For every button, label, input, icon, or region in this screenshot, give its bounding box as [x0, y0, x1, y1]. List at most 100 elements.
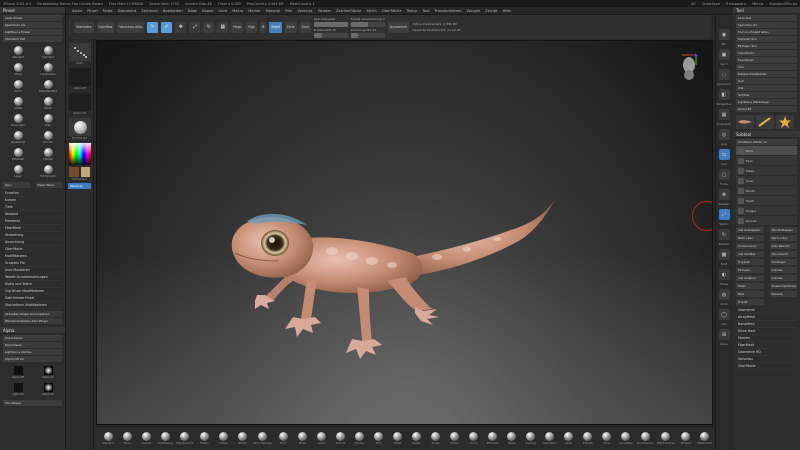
- menu-ebene[interactable]: Ebene: [202, 9, 213, 13]
- brush-menu-modifikatoren[interactable]: Modifikatoren: [3, 253, 62, 260]
- zcut-button[interactable]: Zcut: [299, 21, 311, 33]
- subtool-btn-duplikat[interactable]: Duplikat: [736, 259, 764, 265]
- mrgb-button[interactable]: Mrgb: [231, 21, 244, 33]
- transparency-toggle[interactable]: Transparenz: [726, 2, 747, 6]
- draw-button[interactable]: ✐: [161, 21, 173, 33]
- subtool-btn-auto-reorder[interactable]: Auto Reorder: [769, 243, 797, 249]
- subtool-btn-teilen[interactable]: Teilen: [736, 283, 764, 289]
- shelf-brush[interactable]: Slice: [599, 432, 615, 445]
- tool-btn-erstelle-polymesh3d[interactable]: Erstelle PolyMesh3D: [736, 71, 797, 77]
- brush-item[interactable]: Pinch: [4, 79, 32, 94]
- subtool-row[interactable]: Claws: [736, 166, 797, 175]
- shelf-brush[interactable]: Layer: [314, 432, 330, 445]
- tool-thumb-polymesh[interactable]: [776, 115, 794, 129]
- edit-button[interactable]: ✎: [147, 21, 159, 33]
- menu-transformieren[interactable]: Transformieren: [435, 9, 462, 13]
- tool-btn-klon[interactable]: Klon: [736, 64, 797, 70]
- secondary-color-swatch[interactable]: [80, 167, 90, 177]
- brush-menu-fibermesh[interactable]: FiberMesh: [3, 225, 62, 232]
- brush-menu-tiefe[interactable]: Tiefe: [3, 204, 62, 211]
- tab-lightbox[interactable]: LightBox: [96, 21, 115, 33]
- view-perspektive-button[interactable]: ◧: [718, 89, 730, 100]
- menu-tool[interactable]: Tool: [423, 9, 430, 13]
- menu-textur[interactable]: Textur: [407, 9, 418, 13]
- shelf-brush[interactable]: Move: [119, 432, 135, 445]
- tool-btn-einf-gen-tool[interactable]: Einfügen Tool: [736, 43, 797, 49]
- view-lokal-button[interactable]: ◎: [718, 129, 730, 140]
- view-dynamisch-button[interactable]: ◌: [718, 69, 730, 80]
- quicksave-button[interactable]: QuickSave: [702, 2, 720, 6]
- shelf-brush[interactable]: Curve: [466, 432, 482, 445]
- subtool-btn-alle-ausklappen[interactable]: Alle Ausklappen: [736, 227, 764, 233]
- subtool-row[interactable]: Mouth: [736, 186, 797, 195]
- menu-oberfl-che[interactable]: Oberfläche: [382, 9, 402, 13]
- subtool-btn-nach-oben[interactable]: Nach oben: [736, 235, 764, 241]
- tool-menu-geometrie-hd[interactable]: Geometrie HD: [736, 349, 797, 356]
- alpha-btn-importieren[interactable]: Importieren: [3, 335, 62, 341]
- shelf-brush[interactable]: Flatten: [196, 432, 212, 445]
- tool-btn-speichern-als[interactable]: Speichern als: [736, 22, 797, 28]
- tool-btn-kopieren-tool[interactable]: Kopieren Tool: [736, 36, 797, 42]
- shelf-brush[interactable]: Spiral: [504, 432, 520, 445]
- brush-menu-auto-maskieren[interactable]: Auto Maskieren: [3, 267, 62, 274]
- menu-farbe[interactable]: Farbe: [103, 9, 113, 13]
- brush-menu-abstand[interactable]: Abstand: [3, 211, 62, 218]
- tool-menu-dicke-haut[interactable]: Dicke Haut: [736, 328, 797, 335]
- tool-btn-exportieren[interactable]: Exportieren: [736, 57, 797, 63]
- view-sym-button[interactable]: ⇆: [718, 149, 730, 160]
- tab-preview[interactable]: Vorschau Aktu: [117, 21, 145, 33]
- brush-menu-oberfl-che[interactable]: Oberfläche: [3, 246, 62, 253]
- material-thumb[interactable]: [69, 118, 91, 136]
- shelf-brush[interactable]: SelectRect: [542, 432, 558, 445]
- tool-menu-geometrie[interactable]: Geometrie: [736, 307, 797, 314]
- subtool-row[interactable]: Eyes: [736, 156, 797, 165]
- menus-toggle[interactable]: Menüs: [752, 2, 763, 6]
- brush-item[interactable]: TrimDynamic: [34, 164, 62, 179]
- draw-size-slider[interactable]: [350, 32, 385, 38]
- brush-item[interactable]: ClayBuildup: [34, 62, 62, 77]
- tool-palette-header[interactable]: Tool: [733, 7, 800, 14]
- menu-hilfe[interactable]: Hilfe: [503, 9, 511, 13]
- tool-menu-fibermesh[interactable]: FiberMesh: [736, 342, 797, 349]
- view-transp-button[interactable]: ◐: [718, 269, 730, 280]
- tool-btn-lightbox-werkzeuge[interactable]: Lightbox ▸ Werkzeuge: [736, 99, 797, 105]
- subtool-row[interactable]: Ground: [736, 216, 797, 225]
- view-bewegen-button[interactable]: ✥: [718, 189, 730, 200]
- shelf-brush[interactable]: Move Topologic: [253, 432, 273, 445]
- subtool-btn-alle-einklappen[interactable]: Alle Einklappen: [769, 227, 797, 233]
- shelf-brush[interactable]: Extrude: [580, 432, 596, 445]
- shelf-brush[interactable]: Elastic: [409, 432, 425, 445]
- view-polyf-button[interactable]: ▩: [718, 249, 730, 260]
- alpha-palette-header[interactable]: Alpha: [0, 327, 65, 334]
- shelf-brush[interactable]: SnakeH: [138, 432, 154, 445]
- shelf-brush[interactable]: hPolish: [234, 432, 250, 445]
- brush-btn-klon[interactable]: Klon: [3, 182, 30, 188]
- dynamic-button[interactable]: Dynamisch: [387, 21, 410, 33]
- menu-pinsel[interactable]: Pinsel: [87, 9, 97, 13]
- tool-btn-tool-von-projekt-laden[interactable]: Tool von Projekt laden: [736, 29, 797, 35]
- gecko-model[interactable]: [227, 181, 557, 371]
- polyframe-button[interactable]: ▦: [217, 21, 229, 33]
- brush-item[interactable]: Smooth: [34, 130, 62, 145]
- brush-palette-header[interactable]: Pinsel: [0, 7, 65, 14]
- ac-button[interactable]: AC: [691, 2, 696, 6]
- tool-btn-gecko-48[interactable]: Gecko 48: [736, 106, 797, 112]
- subtool-btn-alle-anderen[interactable]: Alle Anderen: [736, 275, 764, 281]
- alpha-item[interactable]: Alpha 60: [4, 382, 32, 397]
- brush-btn-lightbox-pinsel[interactable]: Lightbox ▸ Pinsel: [3, 29, 62, 35]
- canvas-viewport[interactable]: [96, 40, 713, 425]
- focal-shift-slider[interactable]: [350, 21, 385, 27]
- tool-btn-alle[interactable]: Alle: [736, 85, 797, 91]
- tool-btn-goz[interactable]: GoZ: [736, 78, 797, 84]
- alpha-item[interactable]: Alpha 02: [34, 382, 62, 397]
- subtool-header[interactable]: Subtool: [733, 131, 800, 138]
- shelf-brush[interactable]: ZModeler: [485, 432, 501, 445]
- stroke-thumb[interactable]: [69, 43, 91, 61]
- navigation-head-icon[interactable]: [678, 51, 700, 81]
- brush-menu-gekr-mmte-pinsel[interactable]: Gekrümmte Pinsel: [3, 295, 62, 302]
- subtool-btn-anh-ngen[interactable]: Anhängen: [769, 259, 797, 265]
- rotate-button[interactable]: ↻: [203, 21, 215, 33]
- shelf-brush[interactable]: Knife: [561, 432, 577, 445]
- tool-menu-vorschau[interactable]: Vorschau: [736, 356, 797, 363]
- menu-voreinst[interactable]: Voreinst.: [298, 9, 314, 13]
